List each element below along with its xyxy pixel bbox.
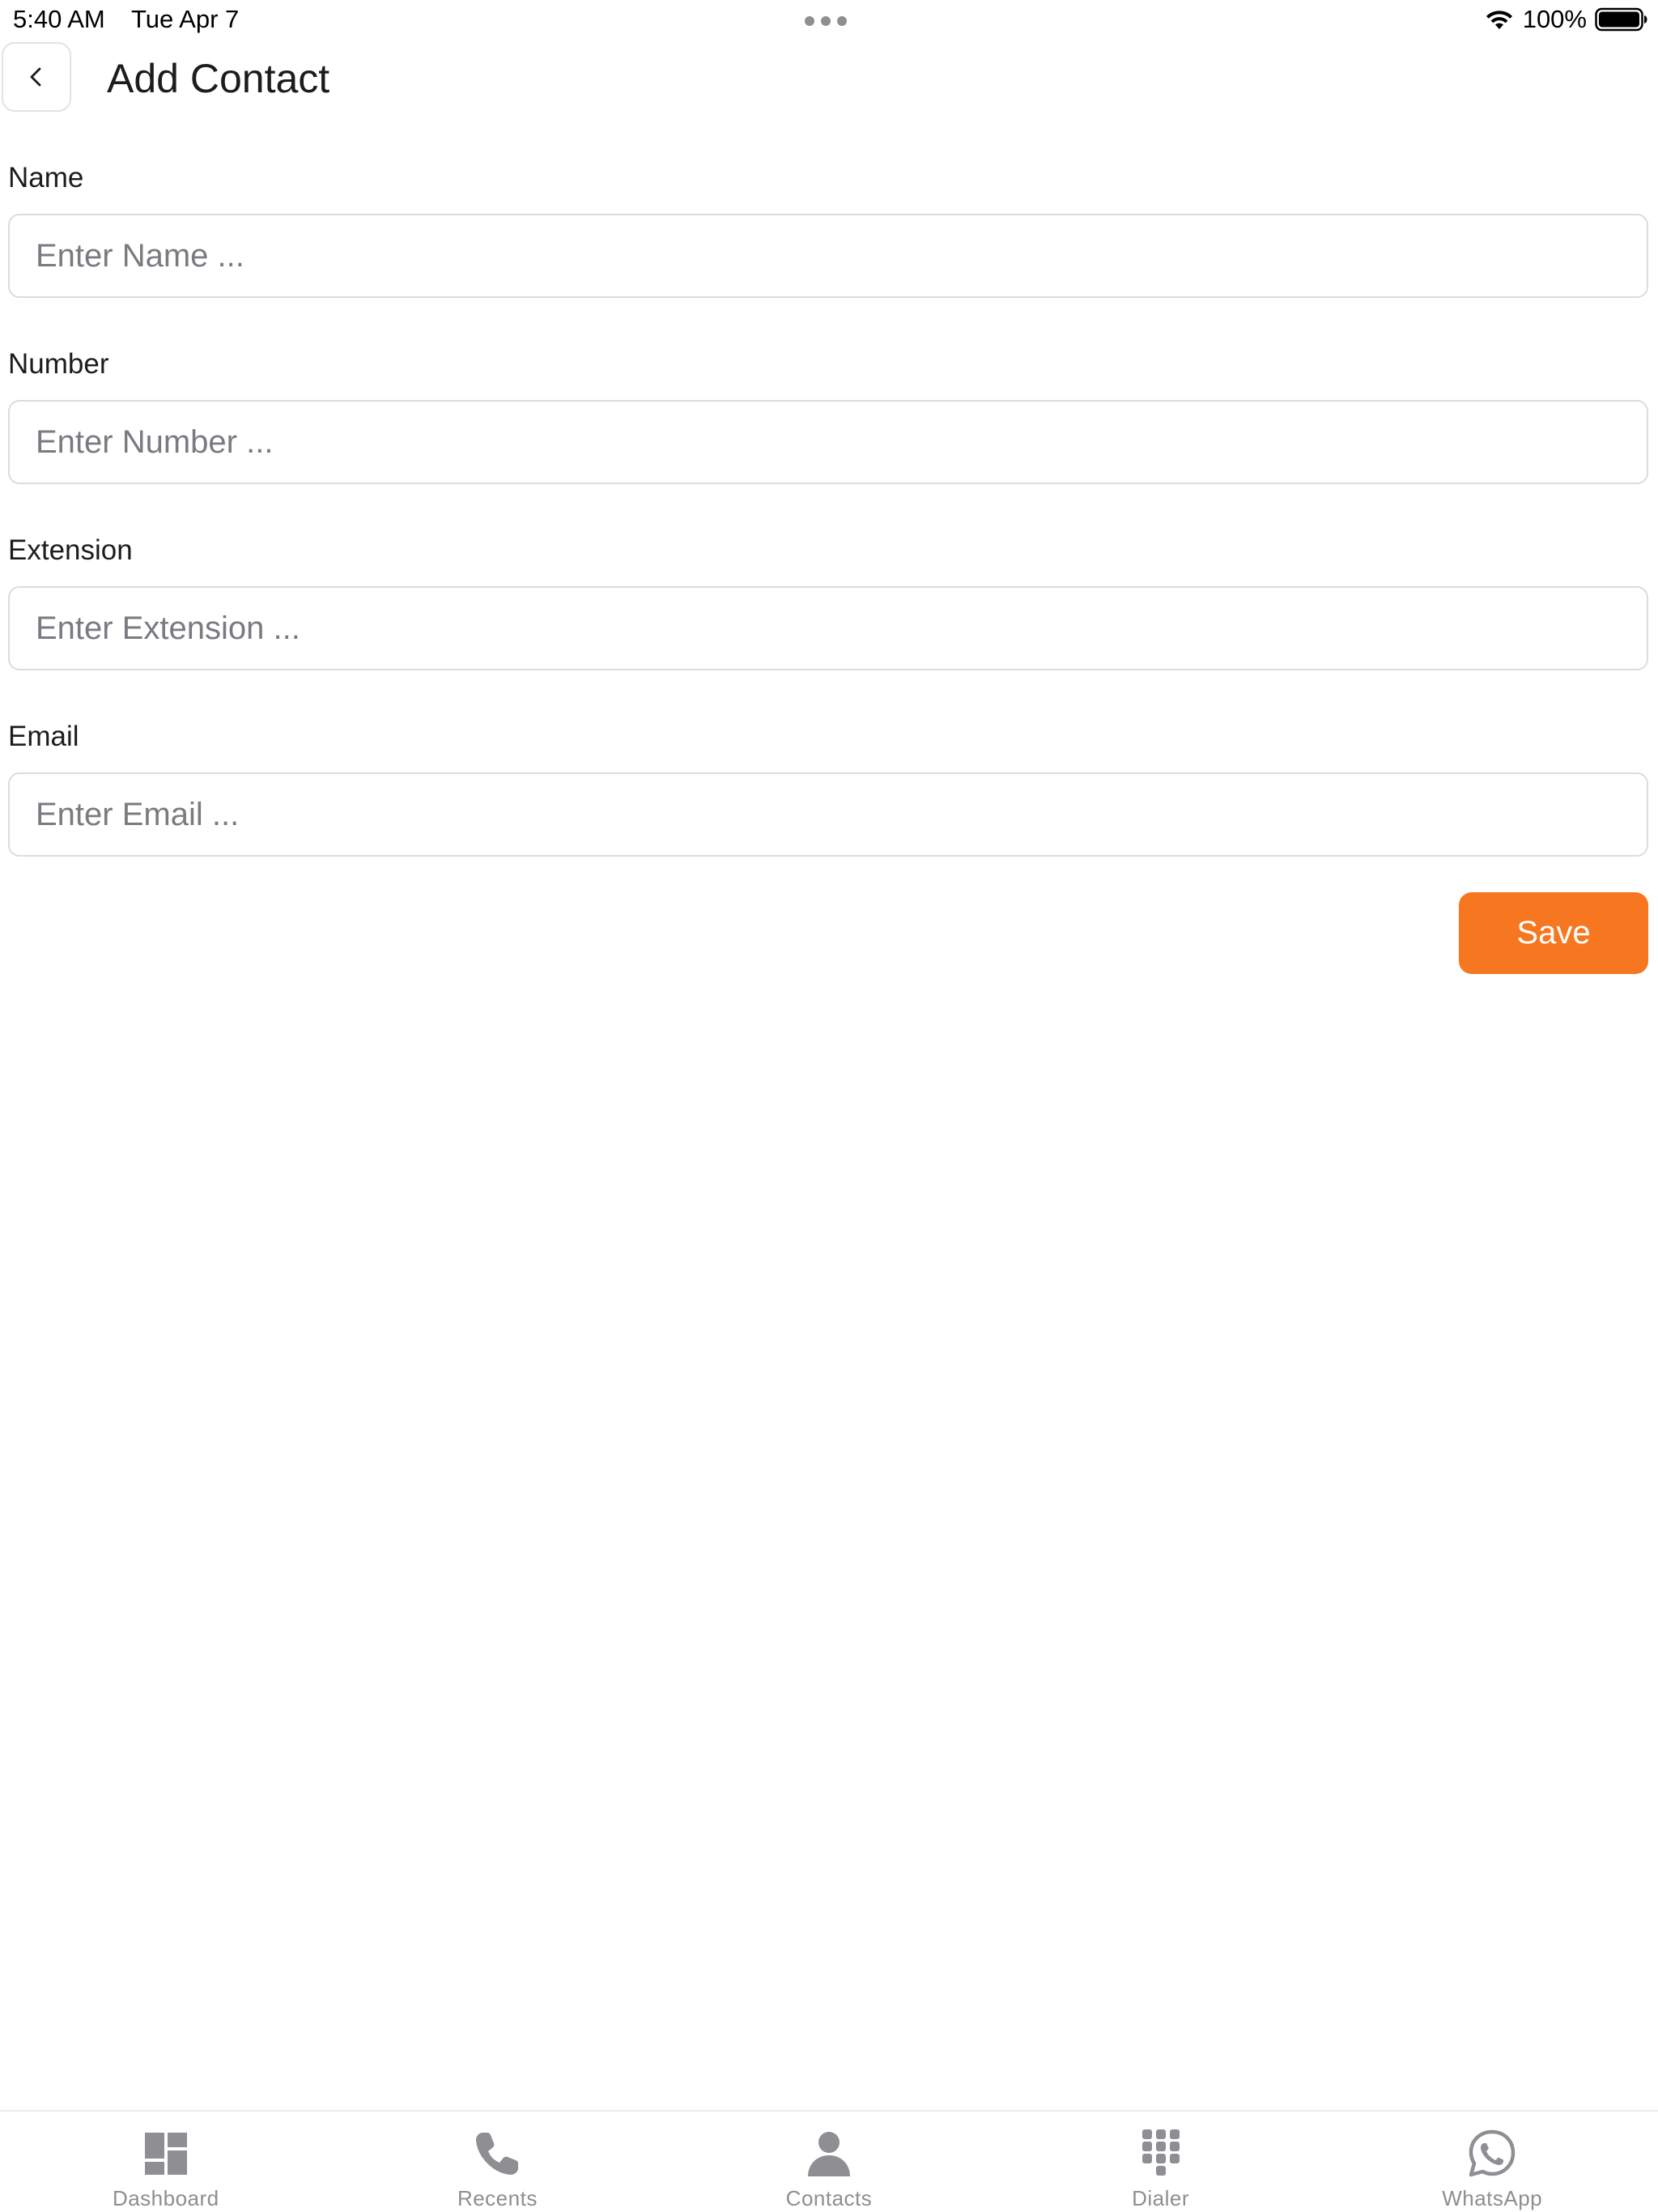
add-contact-screen: 5:40 AM Tue Apr 7 100% Add Contact Name … bbox=[0, 0, 1658, 2212]
tab-dialer[interactable]: Dialer bbox=[995, 2112, 1327, 2212]
extension-label: Extension bbox=[8, 534, 133, 566]
person-icon bbox=[807, 2132, 850, 2176]
wifi-icon bbox=[1486, 11, 1512, 29]
status-date: Tue Apr 7 bbox=[131, 5, 240, 33]
tab-dialer-label: Dialer bbox=[1132, 2186, 1190, 2210]
dashboard-icon bbox=[144, 2133, 187, 2175]
number-label: Number bbox=[8, 348, 109, 380]
email-label: Email bbox=[8, 721, 79, 752]
whatsapp-icon bbox=[1469, 2129, 1516, 2177]
tab-recents-label: Recents bbox=[457, 2186, 538, 2210]
tab-contacts[interactable]: Contacts bbox=[663, 2112, 995, 2212]
tab-recents[interactable]: Recents bbox=[332, 2112, 664, 2212]
name-input[interactable] bbox=[8, 214, 1648, 298]
header: Add Contact bbox=[0, 40, 1658, 118]
email-field-group: Email bbox=[8, 721, 1648, 857]
number-input[interactable] bbox=[8, 400, 1648, 484]
battery-percentage: 100% bbox=[1522, 5, 1587, 33]
add-contact-form: Name Number Extension Email bbox=[8, 162, 1648, 907]
extension-input[interactable] bbox=[8, 586, 1648, 670]
chevron-left-icon bbox=[30, 67, 41, 87]
tab-dashboard[interactable]: Dashboard bbox=[0, 2112, 332, 2212]
back-button[interactable] bbox=[2, 42, 71, 112]
tab-dashboard-label: Dashboard bbox=[112, 2186, 219, 2210]
name-field-group: Name bbox=[8, 162, 1648, 298]
phone-icon bbox=[476, 2133, 519, 2175]
email-input[interactable] bbox=[8, 772, 1648, 857]
save-button[interactable]: Save bbox=[1459, 892, 1648, 974]
battery-icon bbox=[1595, 7, 1647, 32]
status-indicators: 100% bbox=[1484, 5, 1648, 34]
tab-whatsapp[interactable]: WhatsApp bbox=[1326, 2112, 1658, 2212]
name-label: Name bbox=[8, 162, 84, 194]
extension-field-group: Extension bbox=[8, 534, 1648, 670]
tab-bar: Dashboard Recents Contacts Dialer WhatsA… bbox=[0, 2110, 1658, 2212]
page-title: Add Contact bbox=[107, 56, 330, 101]
keypad-icon bbox=[1141, 2129, 1180, 2176]
tab-whatsapp-label: WhatsApp bbox=[1442, 2186, 1543, 2210]
status-time: 5:40 AM bbox=[13, 5, 105, 33]
tab-contacts-label: Contacts bbox=[785, 2186, 873, 2210]
status-bar: 5:40 AM Tue Apr 7 100% bbox=[0, 0, 1658, 40]
number-field-group: Number bbox=[8, 348, 1648, 484]
multitasking-dots-icon[interactable] bbox=[805, 16, 847, 26]
